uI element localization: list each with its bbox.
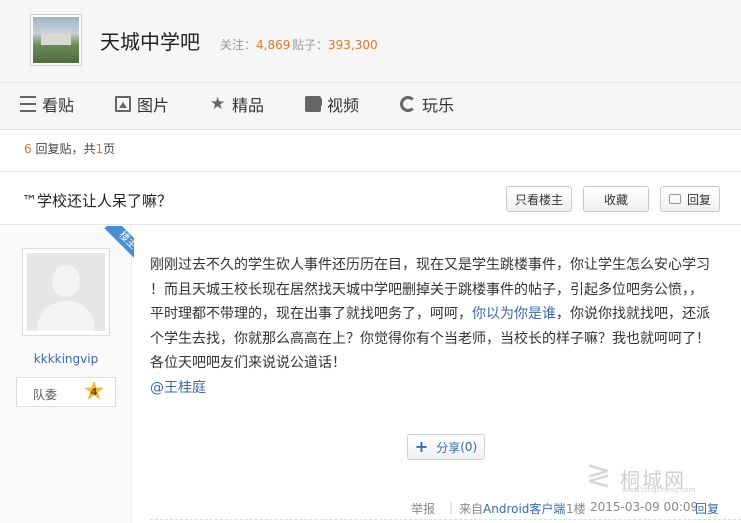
floor-reply-link[interactable]: 回复 [695, 500, 719, 517]
nav-divider [0, 82, 741, 83]
posts-label: 贴子： [292, 38, 329, 52]
avatar-head [52, 265, 80, 297]
list-icon [20, 96, 36, 112]
tab-images[interactable]: 图片 [115, 92, 169, 116]
reply-count: 6 [24, 142, 32, 156]
only-op-button[interactable]: 只看楼主 [506, 186, 572, 212]
op-ribbon: 楼主 [100, 226, 134, 260]
favorite-button[interactable]: 收藏 [583, 186, 649, 212]
tab-label: 精品 [232, 96, 265, 115]
tab-video[interactable]: 视频 [305, 92, 359, 116]
game-icon [400, 96, 416, 112]
content-line: 各位天吧吧友们来说说公道话！ [150, 355, 346, 371]
avatar[interactable] [22, 248, 110, 336]
tab-label: 玩乐 [422, 96, 455, 115]
tab-label: 图片 [137, 96, 170, 115]
forum-header: 天城中学吧 关注：4,869 贴子：393,300 看贴 图片 ★ 精品 视频 … [0, 0, 741, 130]
forum-logo-image [33, 17, 79, 63]
watermark-logo-icon: ≷ [586, 458, 612, 493]
reply-text: 回复贴，共 [35, 142, 96, 156]
share-button[interactable]: + 分享 (0) [407, 434, 485, 460]
watermark-url: www.tongcheng.com [622, 486, 696, 494]
content-text: ，你说你找就找吧，还派 [556, 306, 710, 322]
reply-page-info: 6 回复贴，共1页 [24, 140, 115, 157]
image-icon [115, 96, 131, 112]
posts-stat: 贴子：393,300 [292, 36, 378, 53]
tab-featured[interactable]: ★ 精品 [210, 92, 264, 116]
author-column: kkkkingvip 队委 4 [0, 226, 132, 523]
client-link[interactable]: Android客户端 [483, 502, 565, 516]
rank-star-icon: 4 [84, 381, 104, 400]
footer-separator: | [449, 500, 454, 514]
content-line: 个学生去找，你就那么高高在上？你觉得你有个当老师，当校长的样子嘛？我也就呵呵了！ [150, 330, 710, 347]
content-line: 刚刚过去不久的学生砍人事件还历历在目，现在又是学生跳楼事件，你让学生怎么安心学习 [150, 257, 710, 273]
tab-label: 看贴 [42, 96, 75, 115]
share-count: (0) [460, 440, 478, 454]
content-line: ！而且天城王校长现在居然找天城中学吧删掉关于跳楼事件的帖子，引起多位吧务公愤，， [150, 281, 703, 298]
report-link[interactable]: 举报 [411, 500, 435, 517]
rank-title: 队委 [33, 388, 58, 402]
site-watermark: ≷ 桐城网 www.tongcheng.com [586, 458, 716, 494]
post-content: 刚刚过去不久的学生砍人事件还历历在目，现在又是学生跳楼事件，你让学生怎么安心学习… [150, 253, 720, 400]
tab-label: 视频 [327, 96, 360, 115]
post-source: 来自Android客户端 [459, 500, 565, 517]
follow-count: 4,869 [256, 38, 291, 52]
content-link[interactable]: 你以为你是谁 [472, 306, 556, 322]
forum-logo[interactable] [30, 14, 82, 66]
content-line: 平时理都不带理的，现在出事了就找吧务了，呵呵，你以为你是谁，你说你找就找吧，还派 [150, 302, 720, 327]
plus-icon: + [414, 437, 429, 456]
default-avatar-icon [27, 253, 105, 331]
page-count: 1 [95, 142, 104, 156]
source-prefix: 来自 [459, 502, 484, 516]
tab-kantie[interactable]: 看贴 [20, 92, 74, 116]
op-badge: 楼主 [104, 226, 134, 260]
username[interactable]: kkkkingvip [0, 352, 132, 366]
thread-title-bar: ™学校还让人呆了嘛？ 只看楼主 收藏 回复 [0, 171, 741, 225]
forum-name[interactable]: 天城中学吧 [100, 26, 200, 55]
follow-label: 关注： [220, 38, 257, 52]
footer-divider [150, 519, 741, 523]
member-rank[interactable]: 队委 4 [16, 377, 116, 407]
share-label: 分享 [436, 440, 461, 455]
content-text: 平时理都不带理的，现在出事了就找吧务了，呵呵， [150, 306, 472, 322]
post-footer: 举报 | 来自Android客户端 1楼 2015-03-09 00:09 回复 [150, 498, 741, 518]
reply-button-label: 回复 [686, 192, 711, 207]
page-suffix: 页 [103, 142, 116, 156]
avatar-body [37, 301, 95, 331]
mention-link[interactable]: @王桂庭 [150, 376, 720, 401]
floor-number: 1楼 [566, 502, 586, 516]
follow-stat: 关注：4,869 [220, 36, 290, 53]
thread-title: ™学校还让人呆了嘛？ [22, 192, 173, 210]
posts-count: 393,300 [328, 38, 378, 52]
video-icon [305, 96, 322, 112]
tab-games[interactable]: 玩乐 [400, 92, 454, 116]
post-time: 2015-03-09 00:09 [590, 500, 699, 514]
comment-icon [668, 194, 681, 204]
reply-button[interactable]: 回复 [660, 186, 720, 212]
star-icon: ★ [210, 94, 226, 114]
